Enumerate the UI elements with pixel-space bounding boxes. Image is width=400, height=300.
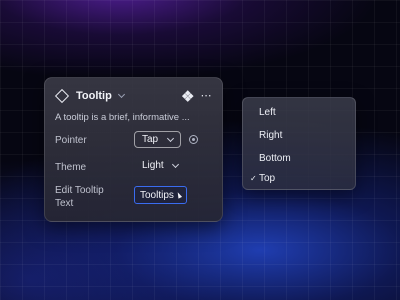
check-icon: ✓ <box>250 173 257 183</box>
more-icon[interactable]: ⋯ <box>201 91 213 102</box>
chevron-down-icon[interactable] <box>117 90 125 99</box>
edit-text-label: Edit Tooltip <box>55 185 104 196</box>
edit-text-label-line2: Text <box>55 198 74 209</box>
panel-header: Tooltip ⋯ <box>54 88 213 104</box>
menu-item-left[interactable]: Left <box>243 103 355 121</box>
pointer-select[interactable]: Tap <box>134 131 181 148</box>
menu-item-label: Left <box>259 106 276 118</box>
menu-item-label: Top <box>259 172 276 184</box>
tooltip-text-value: Tooltips <box>140 189 174 201</box>
menu-item-label: Right <box>259 129 283 141</box>
cursor-icon <box>175 191 182 199</box>
pointer-value: Tap <box>142 134 159 145</box>
chevron-down-icon <box>166 134 175 142</box>
chevron-down-icon <box>171 160 179 168</box>
tooltip-properties-panel: Tooltip ⋯ A tooltip is a brief, informat… <box>44 77 223 222</box>
pointer-label: Pointer <box>55 135 87 146</box>
menu-item-right[interactable]: Right <box>243 126 355 144</box>
theme-label: Theme <box>55 162 87 173</box>
target-icon[interactable] <box>189 135 198 144</box>
panel-title[interactable]: Tooltip <box>76 90 112 102</box>
menu-item-bottom[interactable]: Bottom <box>243 149 355 167</box>
tooltip-text-input[interactable]: Tooltips <box>134 186 187 204</box>
placement-dropdown-menu: Left Right Bottom ✓ Top <box>242 97 356 190</box>
component-icon[interactable] <box>181 90 194 102</box>
menu-item-label: Bottom <box>259 152 291 164</box>
panel-description: A tooltip is a brief, informative ... <box>55 112 190 123</box>
diamond-icon <box>54 88 70 104</box>
theme-value: Light <box>142 160 164 171</box>
menu-item-top[interactable]: ✓ Top <box>243 169 355 187</box>
theme-select[interactable]: Light <box>142 160 179 171</box>
